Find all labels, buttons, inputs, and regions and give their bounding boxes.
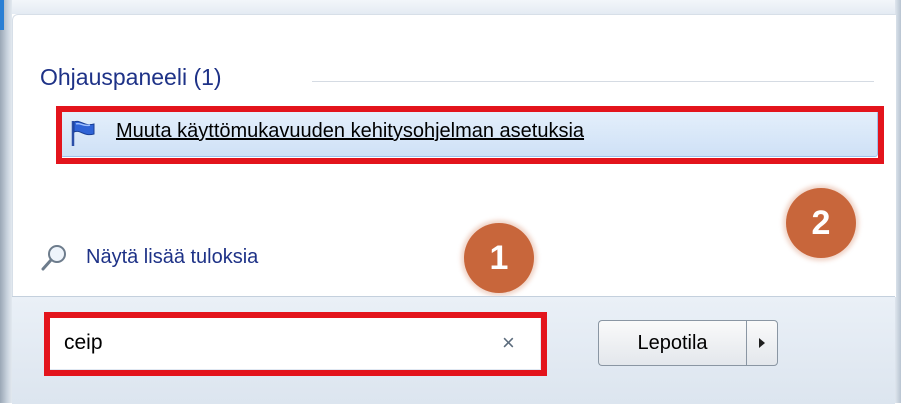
group-header-divider	[312, 81, 874, 82]
triangle-right-icon	[757, 337, 767, 349]
power-options-arrow-button[interactable]	[746, 320, 778, 366]
result-item-label[interactable]: Muuta käyttömukavuuden kehitysohjelman a…	[116, 120, 584, 143]
flag-icon	[68, 118, 98, 148]
window-frame-accent	[0, 0, 4, 30]
clear-search-icon[interactable]: ×	[502, 329, 515, 357]
callout-badge-2: 2	[786, 188, 856, 258]
callout-badge-1: 1	[464, 223, 534, 293]
results-group-header: Ohjauspaneeli (1)	[40, 64, 222, 90]
search-input[interactable]	[64, 327, 484, 359]
see-more-results-link[interactable]: Näytä lisää tuloksia	[86, 246, 258, 269]
magnifier-icon	[40, 243, 70, 273]
sleep-button[interactable]: Lepotila	[598, 320, 746, 366]
window-frame-left	[0, 0, 12, 403]
window-frame-top	[0, 0, 901, 14]
